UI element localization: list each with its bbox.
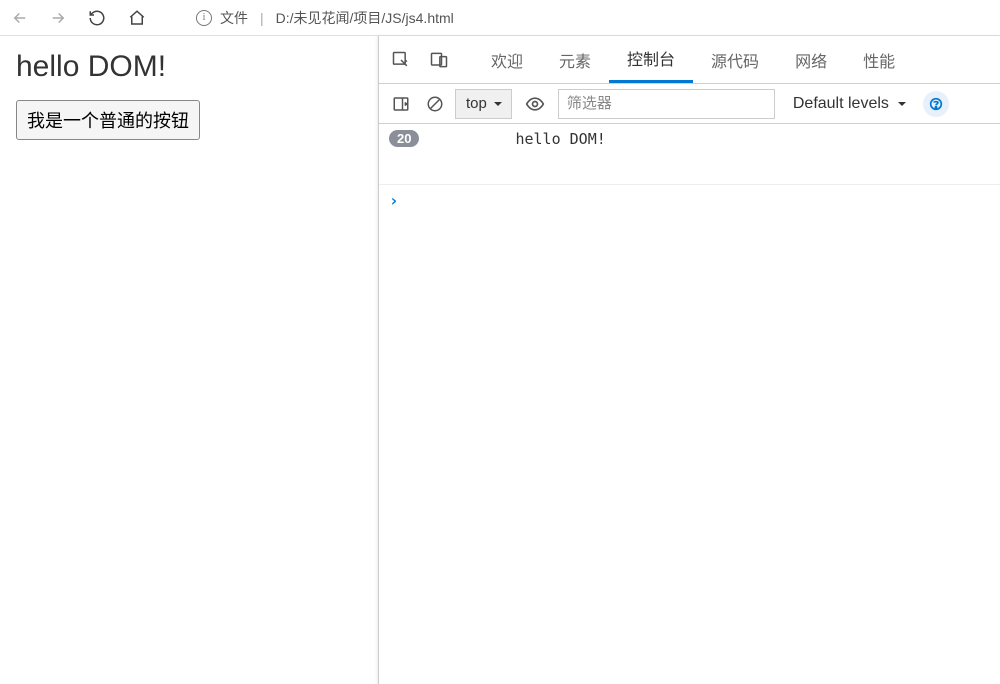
demo-button[interactable]: 我是一个普通的按钮 [16,100,200,140]
address-divider: | [260,10,264,26]
console-toolbar: top Default levels [379,84,1000,124]
forward-button[interactable] [48,8,68,28]
console-message-row[interactable]: 20 hello DOM! [379,124,1000,154]
tab-network[interactable]: 网络 [777,36,845,83]
context-selector[interactable]: top [455,89,512,119]
page-heading: hello DOM! [16,50,362,84]
browser-toolbar: i 文件 | D:/未见花闻/项目/JS/js4.html [0,0,1000,36]
tab-performance[interactable]: 性能 [845,36,913,83]
log-levels-selector[interactable]: Default levels [793,95,907,113]
devtools-tabs: 欢迎 元素 控制台 源代码 网络 性能 [379,36,1000,84]
tab-elements[interactable]: 元素 [541,36,609,83]
clear-console-icon[interactable] [421,90,449,118]
console-body: 20 hello DOM! › [379,124,1000,684]
issues-icon[interactable] [923,91,949,117]
tab-sources[interactable]: 源代码 [693,36,777,83]
live-expression-icon[interactable] [522,91,548,117]
console-prompt[interactable]: › [379,184,1000,216]
inspect-element-icon[interactable] [389,48,413,72]
console-message-text: hello DOM! [515,130,605,148]
info-icon: i [196,10,212,26]
filter-input[interactable] [558,89,775,119]
tab-console[interactable]: 控制台 [609,36,693,83]
chevron-down-icon [493,99,503,109]
device-toggle-icon[interactable] [427,48,451,72]
rendered-page: hello DOM! 我是一个普通的按钮 [0,36,378,684]
reload-button[interactable] [86,7,108,29]
message-count-badge: 20 [389,130,419,147]
levels-label: Default levels [793,95,889,113]
main-area: hello DOM! 我是一个普通的按钮 欢迎 元素 控制台 源代码 网络 性能 [0,36,1000,684]
file-protocol-label: 文件 [220,8,248,28]
url-text: D:/未见花闻/项目/JS/js4.html [276,8,454,28]
back-button[interactable] [10,8,30,28]
address-bar[interactable]: i 文件 | D:/未见花闻/项目/JS/js4.html [196,8,454,28]
context-label: top [466,95,487,112]
devtools-panel: 欢迎 元素 控制台 源代码 网络 性能 top Defa [378,36,1000,684]
toggle-sidebar-icon[interactable] [387,90,415,118]
tab-welcome[interactable]: 欢迎 [473,36,541,83]
home-button[interactable] [126,7,148,29]
prompt-caret-icon: › [389,191,399,210]
chevron-down-icon [897,99,907,109]
